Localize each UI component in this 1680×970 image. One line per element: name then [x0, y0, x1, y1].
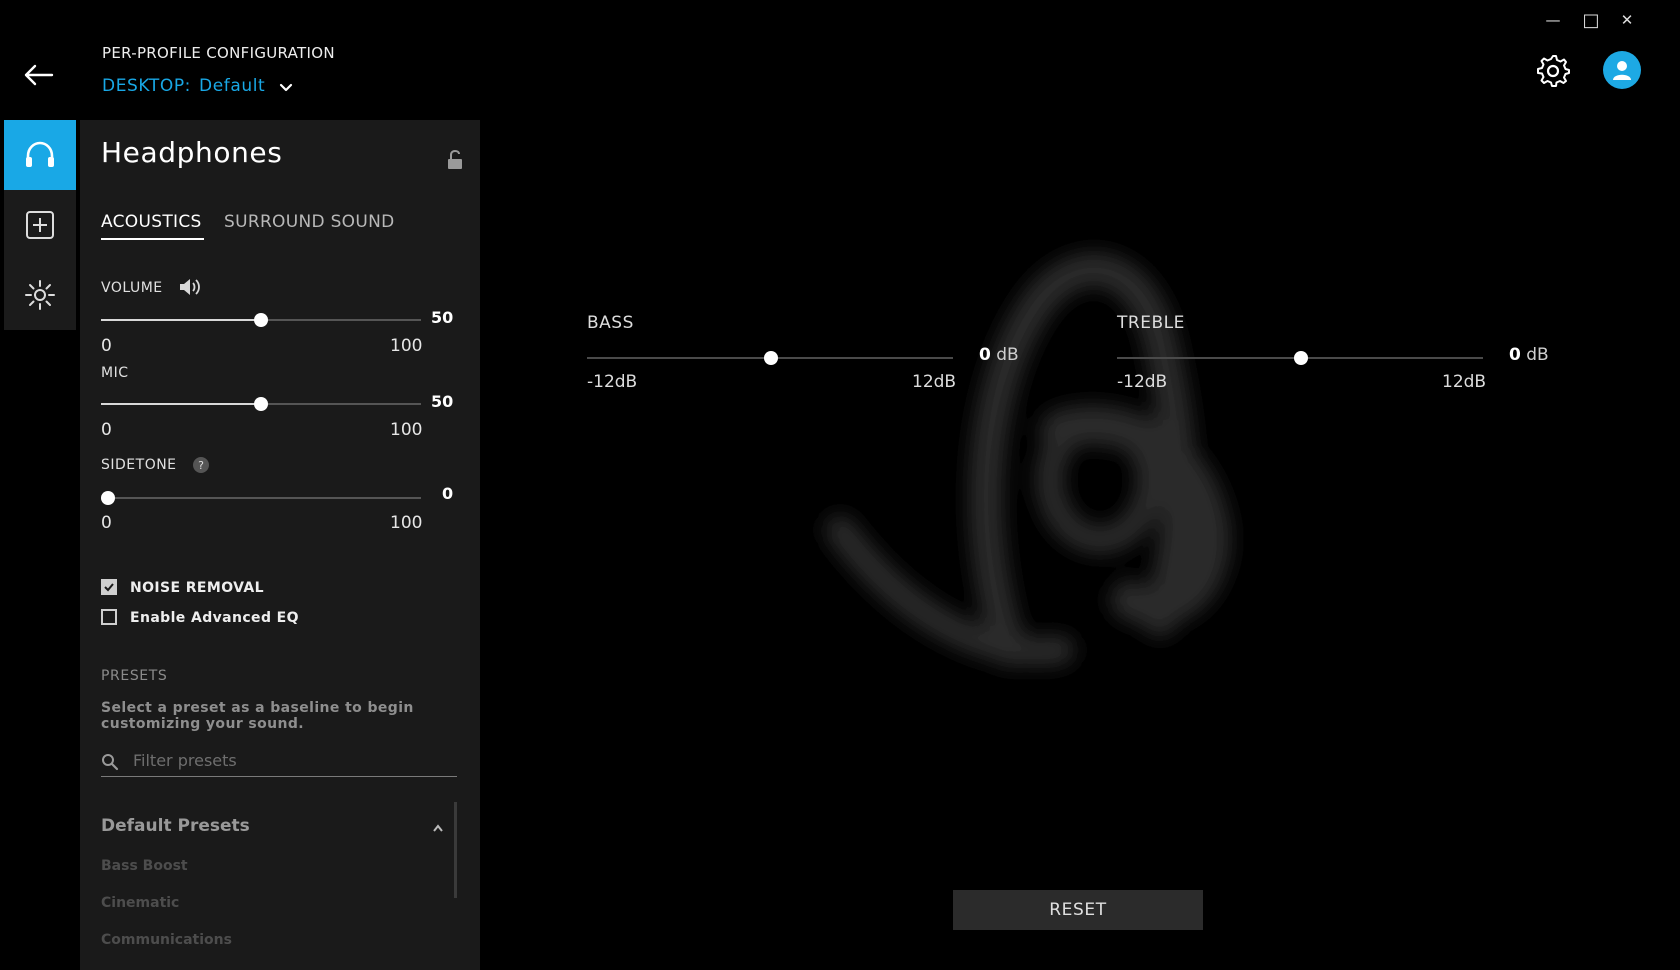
- treble-value-number: 0: [1509, 345, 1521, 365]
- rail-item-headphones[interactable]: [4, 120, 76, 190]
- device-title: Headphones: [101, 136, 283, 169]
- brightness-icon: [25, 280, 55, 310]
- mic-max: 100: [390, 420, 423, 440]
- user-icon: [1613, 61, 1631, 80]
- maximize-button[interactable]: □: [1578, 8, 1604, 32]
- sidetone-value: 0: [442, 484, 454, 503]
- tab-surround-sound[interactable]: SURROUND SOUND: [224, 212, 395, 232]
- advanced-eq-checkbox[interactable]: [101, 609, 117, 625]
- tab-acoustics[interactable]: ACOUSTICS: [101, 212, 202, 232]
- volume-min: 0: [101, 336, 112, 356]
- settings-button[interactable]: [1535, 53, 1571, 89]
- side-rail: [4, 120, 76, 330]
- preset-filter-input[interactable]: [133, 749, 433, 771]
- active-tab-indicator: [101, 238, 204, 240]
- chevron-up-icon[interactable]: [432, 823, 444, 833]
- account-button[interactable]: [1603, 51, 1641, 89]
- mic-min: 0: [101, 420, 112, 440]
- headset-illustration: [825, 252, 1231, 667]
- profile-dropdown[interactable]: DESKTOP: Default: [102, 76, 293, 96]
- mic-slider-knob[interactable]: [254, 397, 268, 411]
- treble-min: -12dB: [1117, 372, 1168, 392]
- volume-slider-fill: [101, 319, 261, 321]
- sidetone-slider-knob[interactable]: [101, 491, 115, 505]
- profile-name: Default: [199, 76, 266, 96]
- treble-label: TREBLE: [1117, 313, 1185, 333]
- chevron-down-icon: [280, 83, 293, 91]
- treble-value: 0 dB: [1509, 345, 1549, 365]
- volume-label: VOLUME: [101, 280, 163, 296]
- treble-max: 12dB: [1442, 372, 1487, 392]
- bass-min: -12dB: [587, 372, 638, 392]
- mic-value: 50: [431, 392, 454, 411]
- preset-item[interactable]: Bass Boost: [101, 858, 188, 874]
- bass-value-unit: dB: [996, 345, 1019, 365]
- sidetone-slider-track[interactable]: [101, 497, 421, 499]
- unlocked-padlock-icon[interactable]: [446, 150, 464, 170]
- noise-removal-checkbox[interactable]: [101, 579, 117, 595]
- arrow-left-icon: [24, 64, 54, 86]
- preset-item[interactable]: Cinematic: [101, 895, 179, 911]
- profile-prefix: DESKTOP:: [102, 76, 191, 96]
- treble-slider-knob[interactable]: [1294, 351, 1308, 365]
- preset-group-title[interactable]: Default Presets: [101, 816, 250, 836]
- rail-item-add[interactable]: [4, 190, 76, 260]
- volume-max: 100: [390, 336, 423, 356]
- page-caption: PER-PROFILE CONFIGURATION: [102, 44, 335, 62]
- preset-item[interactable]: Communications: [101, 932, 232, 948]
- volume-value: 50: [431, 308, 454, 327]
- rail-item-lighting[interactable]: [4, 260, 76, 330]
- close-button[interactable]: ✕: [1614, 8, 1640, 32]
- bass-value: 0 dB: [979, 345, 1019, 365]
- sidetone-help-icon[interactable]: ?: [193, 457, 209, 473]
- mic-label: MIC: [101, 365, 129, 381]
- preset-filter: [101, 745, 457, 777]
- bass-value-number: 0: [979, 345, 991, 365]
- gear-icon: [1537, 55, 1570, 87]
- search-icon: [102, 754, 119, 771]
- presets-heading: PRESETS: [101, 668, 168, 684]
- mic-slider-fill: [101, 403, 261, 405]
- bass-label: BASS: [587, 313, 634, 333]
- reset-button[interactable]: RESET: [953, 890, 1203, 930]
- headphones-icon: [26, 141, 54, 167]
- sidetone-label: SIDETONE: [101, 457, 177, 473]
- back-button[interactable]: [20, 58, 60, 92]
- preset-list-scrollbar[interactable]: [454, 802, 457, 898]
- sidetone-min: 0: [101, 513, 112, 533]
- add-square-icon: [26, 211, 54, 239]
- treble-value-unit: dB: [1526, 345, 1549, 365]
- minimize-button[interactable]: —: [1540, 8, 1566, 32]
- noise-removal-label[interactable]: NOISE REMOVAL: [130, 580, 264, 596]
- bass-slider-knob[interactable]: [764, 351, 778, 365]
- sidetone-max: 100: [390, 513, 423, 533]
- bass-max: 12dB: [912, 372, 957, 392]
- settings-panel: Headphones ACOUSTICS SURROUND SOUND VOLU…: [80, 120, 480, 970]
- speaker-icon[interactable]: [178, 276, 202, 298]
- volume-slider-knob[interactable]: [254, 313, 268, 327]
- checkmark-icon: [104, 583, 114, 592]
- presets-description: Select a preset as a baseline to begin c…: [101, 700, 414, 732]
- advanced-eq-label[interactable]: Enable Advanced EQ: [130, 610, 299, 626]
